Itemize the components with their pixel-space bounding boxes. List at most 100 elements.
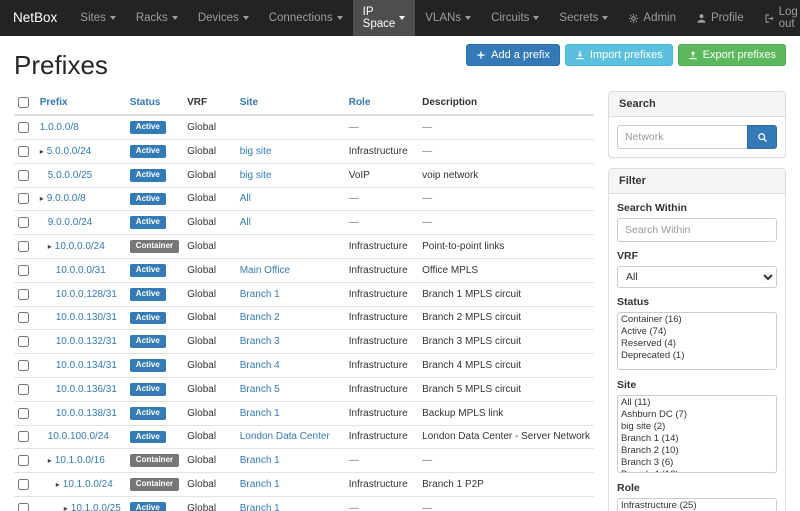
row-checkbox[interactable] xyxy=(18,503,29,511)
select-all-checkbox[interactable] xyxy=(18,97,29,108)
filter-option[interactable]: Reserved (4) xyxy=(619,338,775,350)
role-filter-select[interactable]: Infrastructure (25)Management (8)Private… xyxy=(617,498,777,511)
site-link[interactable]: Branch 1 xyxy=(240,479,280,490)
prefix-link[interactable]: 10.0.0.0/31 xyxy=(56,265,106,276)
nav-profile[interactable]: Profile xyxy=(686,0,754,36)
sort-link-site[interactable]: Site xyxy=(240,97,258,108)
filter-option[interactable]: Active (74) xyxy=(619,326,775,338)
filter-option[interactable]: Ashburn DC (7) xyxy=(619,409,775,421)
nav-item-ip-space[interactable]: IP Space xyxy=(353,0,416,36)
nav-item-sites[interactable]: Sites xyxy=(70,0,126,36)
expand-toggle-icon[interactable]: ▸ xyxy=(56,480,60,489)
site-link[interactable]: Branch 1 xyxy=(240,408,280,419)
plus-icon xyxy=(476,50,486,60)
filter-option[interactable]: All (11) xyxy=(619,397,775,409)
nav-item-connections[interactable]: Connections xyxy=(259,0,353,36)
row-select-cell xyxy=(14,163,36,187)
row-checkbox[interactable] xyxy=(18,336,29,347)
export-prefixes-button[interactable]: Export prefixes xyxy=(678,44,786,66)
expand-toggle-icon[interactable]: ▸ xyxy=(40,194,44,203)
site-link[interactable]: All xyxy=(240,217,251,228)
prefix-link[interactable]: 10.1.0.0/24 xyxy=(63,479,113,490)
nav-admin[interactable]: Admin xyxy=(618,0,686,36)
filter-option[interactable]: Branch 2 (10) xyxy=(619,445,775,457)
site-link[interactable]: big site xyxy=(240,170,272,181)
row-checkbox[interactable] xyxy=(18,122,29,133)
table-row: 10.0.0.130/31ActiveGlobalBranch 2Infrast… xyxy=(14,306,594,330)
nav-log-out[interactable]: Log out xyxy=(754,0,800,36)
row-checkbox[interactable] xyxy=(18,170,29,181)
row-checkbox[interactable] xyxy=(18,479,29,490)
prefix-link[interactable]: 10.0.0.136/31 xyxy=(56,384,117,395)
prefix-link[interactable]: 10.0.0.134/31 xyxy=(56,360,117,371)
nav-item-circuits[interactable]: Circuits xyxy=(481,0,549,36)
search-button[interactable] xyxy=(747,125,777,149)
expand-toggle-icon[interactable]: ▸ xyxy=(48,242,52,251)
row-checkbox[interactable] xyxy=(18,360,29,371)
vrf-cell: Global xyxy=(183,211,236,235)
search-within-input[interactable] xyxy=(617,218,777,242)
import-prefixes-button[interactable]: Import prefixes xyxy=(565,44,673,66)
brand-link[interactable]: NetBox xyxy=(0,0,70,36)
prefix-link[interactable]: 5.0.0.0/24 xyxy=(47,146,91,157)
row-checkbox[interactable] xyxy=(18,312,29,323)
search-panel-body xyxy=(609,117,785,157)
prefix-link[interactable]: 9.0.0.0/8 xyxy=(47,193,86,204)
row-checkbox[interactable] xyxy=(18,384,29,395)
site-link[interactable]: Branch 4 xyxy=(240,360,280,371)
row-select-cell xyxy=(14,496,36,511)
prefix-link[interactable]: 10.0.0.130/31 xyxy=(56,312,117,323)
filter-option[interactable]: Container (16) xyxy=(619,314,775,326)
nav-item-racks[interactable]: Racks xyxy=(126,0,188,36)
sort-link-role[interactable]: Role xyxy=(349,97,371,108)
site-link[interactable]: Branch 1 xyxy=(240,289,280,300)
site-link[interactable]: Main Office xyxy=(240,265,290,276)
vrf-select[interactable]: All xyxy=(617,266,777,288)
site-link[interactable]: big site xyxy=(240,146,272,157)
row-checkbox[interactable] xyxy=(18,241,29,252)
site-link[interactable]: All xyxy=(240,193,251,204)
prefix-link[interactable]: 10.0.0.0/24 xyxy=(55,241,105,252)
filter-option[interactable]: Infrastructure (25) xyxy=(619,500,775,511)
expand-toggle-icon[interactable]: ▸ xyxy=(48,456,52,465)
filter-option[interactable]: Branch 4 (12) xyxy=(619,469,775,473)
filter-option[interactable]: Branch 1 (14) xyxy=(619,433,775,445)
nav-item-devices[interactable]: Devices xyxy=(188,0,259,36)
row-checkbox[interactable] xyxy=(18,193,29,204)
site-link[interactable]: Branch 3 xyxy=(240,336,280,347)
site-link[interactable]: Branch 5 xyxy=(240,384,280,395)
filter-option[interactable]: Branch 3 (6) xyxy=(619,457,775,469)
row-checkbox[interactable] xyxy=(18,146,29,157)
row-checkbox[interactable] xyxy=(18,455,29,466)
search-input[interactable] xyxy=(617,125,748,149)
site-link[interactable]: Branch 1 xyxy=(240,455,280,466)
site-link[interactable]: London Data Center xyxy=(240,431,330,442)
row-checkbox[interactable] xyxy=(18,217,29,228)
prefix-link[interactable]: 10.1.0.0/16 xyxy=(55,455,105,466)
nav-item-vlans[interactable]: VLANs xyxy=(415,0,481,36)
prefix-link[interactable]: 5.0.0.0/25 xyxy=(48,170,92,181)
nav-item-secrets[interactable]: Secrets xyxy=(549,0,618,36)
expand-toggle-icon[interactable]: ▸ xyxy=(40,147,44,156)
filter-option[interactable]: Deprecated (1) xyxy=(619,350,775,362)
sort-link-prefix[interactable]: Prefix xyxy=(40,97,68,108)
prefix-link[interactable]: 10.0.0.128/31 xyxy=(56,289,117,300)
site-link[interactable]: Branch 2 xyxy=(240,312,280,323)
site-link[interactable]: Branch 1 xyxy=(240,503,280,511)
prefix-link[interactable]: 1.0.0.0/8 xyxy=(40,122,79,133)
filter-option[interactable]: big site (2) xyxy=(619,421,775,433)
prefix-link[interactable]: 10.0.0.132/31 xyxy=(56,336,117,347)
site-filter-select[interactable]: All (11)Ashburn DC (7)big site (2)Branch… xyxy=(617,395,777,473)
row-checkbox[interactable] xyxy=(18,408,29,419)
expand-toggle-icon[interactable]: ▸ xyxy=(64,504,68,511)
prefix-link[interactable]: 10.0.100.0/24 xyxy=(48,431,109,442)
sort-link-status[interactable]: Status xyxy=(130,97,161,108)
row-checkbox[interactable] xyxy=(18,289,29,300)
row-checkbox[interactable] xyxy=(18,431,29,442)
prefix-link[interactable]: 10.1.0.0/25 xyxy=(71,503,121,511)
row-checkbox[interactable] xyxy=(18,265,29,276)
status-filter-select[interactable]: Container (16)Active (74)Reserved (4)Dep… xyxy=(617,312,777,370)
prefix-link[interactable]: 9.0.0.0/24 xyxy=(48,217,92,228)
prefix-link[interactable]: 10.0.0.138/31 xyxy=(56,408,117,419)
add-a-prefix-button[interactable]: Add a prefix xyxy=(466,44,560,66)
